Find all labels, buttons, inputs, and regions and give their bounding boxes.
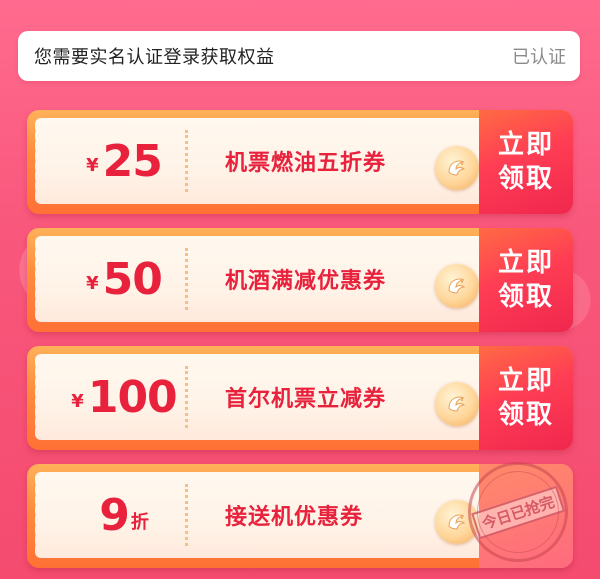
scallop-edge bbox=[35, 480, 41, 550]
dolphin-logo-icon bbox=[435, 264, 479, 308]
verification-bar[interactable]: 您需要实名认证登录获取权益 已认证 bbox=[18, 31, 580, 81]
scallop-edge bbox=[35, 244, 41, 314]
coupon-value: 25 bbox=[102, 135, 163, 187]
claim-button[interactable]: 立即 领取 bbox=[479, 346, 573, 450]
coupon-amount: ¥ 25 bbox=[65, 118, 183, 204]
dolphin-logo-icon bbox=[435, 382, 479, 426]
perforation-divider bbox=[185, 484, 188, 546]
stamp-text: 今日已抢完 bbox=[471, 485, 565, 539]
coupon-value: 9 bbox=[99, 489, 130, 541]
coupon-title: 首尔机票立减券 bbox=[225, 387, 387, 412]
perforation-divider bbox=[185, 130, 188, 192]
currency-symbol: ¥ bbox=[71, 390, 84, 412]
coupon-body: ¥ 50 机酒满减优惠券 bbox=[35, 236, 479, 322]
dolphin-logo-icon bbox=[435, 146, 479, 190]
perforation-divider bbox=[185, 366, 188, 428]
claim-label-line1: 立即 bbox=[497, 248, 554, 278]
claim-label-line2: 领取 bbox=[497, 282, 554, 312]
coupon-body: ¥ 100 首尔机票立减券 bbox=[35, 354, 479, 440]
claim-button[interactable]: 立即 领取 bbox=[479, 110, 573, 214]
coupon-value: 50 bbox=[102, 253, 163, 305]
verification-prompt: 您需要实名认证登录获取权益 bbox=[34, 47, 275, 68]
coupon-title: 机酒满减优惠券 bbox=[225, 269, 387, 294]
scallop-edge bbox=[35, 126, 41, 196]
coupon-amount: ¥ 100 bbox=[65, 354, 183, 440]
claim-label-line1: 立即 bbox=[497, 366, 554, 396]
claim-label-line2: 领取 bbox=[497, 164, 554, 194]
coupon-amount: ¥ 50 bbox=[65, 236, 183, 322]
claim-label-line1: 立即 bbox=[497, 130, 554, 160]
coupon-title: 接送机优惠券 bbox=[225, 505, 364, 530]
coupon-card: ¥ 100 首尔机票立减券 立即 领取 bbox=[27, 346, 573, 450]
claim-label-line2: 领取 bbox=[497, 400, 554, 430]
coupon-card: ¥ 50 机酒满减优惠券 立即 领取 bbox=[27, 228, 573, 332]
coupon-body: ¥ 25 机票燃油五折券 bbox=[35, 118, 479, 204]
currency-symbol: ¥ bbox=[86, 272, 99, 294]
scallop-edge bbox=[35, 362, 41, 432]
perforation-divider bbox=[185, 248, 188, 310]
verification-status: 已认证 bbox=[512, 47, 566, 68]
currency-symbol: ¥ bbox=[86, 154, 99, 176]
coupon-value: 100 bbox=[87, 371, 178, 423]
claim-button[interactable]: 立即 领取 bbox=[479, 228, 573, 332]
discount-unit: 折 bbox=[130, 512, 149, 533]
coupon-amount: 9 折 bbox=[65, 472, 183, 558]
coupon-body: 9 折 接送机优惠券 bbox=[35, 472, 479, 558]
coupon-card: ¥ 25 机票燃油五折券 立即 领取 bbox=[27, 110, 573, 214]
coupon-title: 机票燃油五折券 bbox=[225, 151, 387, 176]
